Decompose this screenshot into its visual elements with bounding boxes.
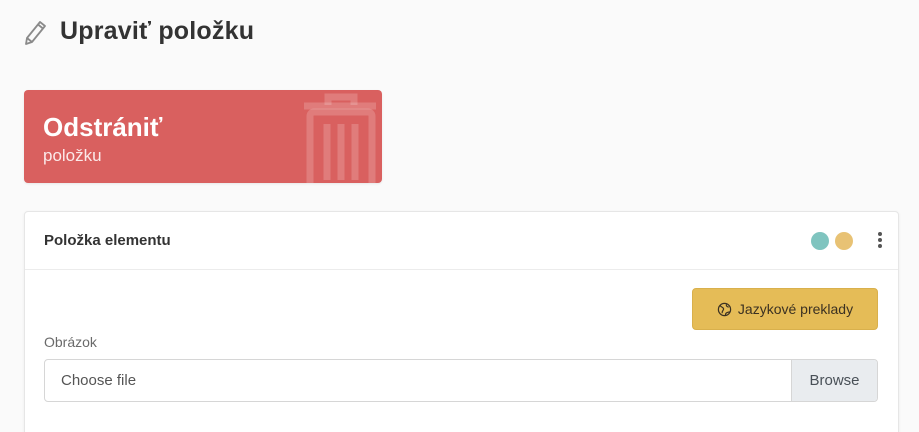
status-dot-teal xyxy=(811,232,829,250)
status-dot-yellow xyxy=(835,232,853,250)
trash-icon xyxy=(304,93,376,183)
delete-item-tile[interactable]: Odstrániť položku xyxy=(24,90,382,183)
page-title: Upraviť položku xyxy=(60,16,255,45)
file-input-placeholder: Choose file xyxy=(61,372,137,389)
image-file-input[interactable]: Choose file Browse xyxy=(44,359,878,402)
translations-button-label: Jazykové preklady xyxy=(737,301,854,317)
image-field-label: Obrázok xyxy=(44,334,97,350)
page: Upraviť položku Odstrániť položku Položk… xyxy=(0,0,919,432)
browse-button[interactable]: Browse xyxy=(791,360,877,401)
pencil-icon xyxy=(25,21,46,45)
delete-tile-subtitle: položku xyxy=(43,146,102,165)
card-title: Položka elementu xyxy=(44,232,171,249)
card-header: Položka elementu xyxy=(25,212,898,270)
language-translations-button[interactable]: Jazykové preklady xyxy=(692,288,878,330)
delete-tile-title: Odstrániť xyxy=(43,112,163,142)
more-vertical-icon[interactable] xyxy=(875,231,885,251)
element-item-card: Položka elementu Jazykové preklady Obráz… xyxy=(24,211,899,432)
globe-icon xyxy=(717,302,732,316)
page-header: Upraviť položku xyxy=(22,16,254,46)
